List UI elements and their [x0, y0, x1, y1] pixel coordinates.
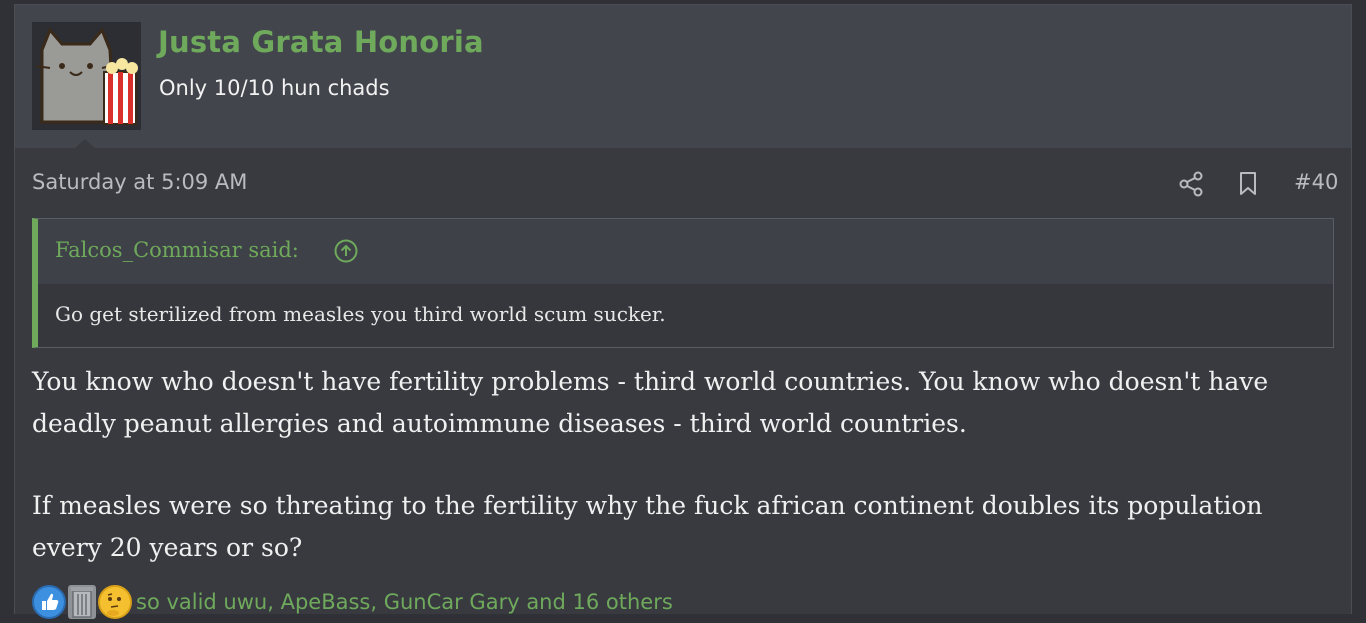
header-pointer	[75, 139, 95, 148]
bookmark-icon[interactable]	[1237, 170, 1259, 198]
avatar[interactable]	[32, 22, 141, 130]
post-paragraph: If measles were so threating to the fert…	[32, 491, 1263, 562]
user-header: Justa Grata Honoria Only 10/10 hun chads	[15, 5, 1351, 148]
post-timestamp[interactable]: Saturday at 5:09 AM	[32, 170, 247, 194]
pusheen-avatar-image	[32, 22, 141, 130]
quote-header: Falcos_Commisar said:	[38, 219, 1333, 284]
post-number[interactable]: #40	[1294, 170, 1338, 194]
post-paragraph: You know who doesn't have fertility prob…	[32, 367, 1269, 438]
reaction-users-link[interactable]: so valid uwu, ApeBass, GunCar Gary and 1…	[136, 590, 673, 614]
share-icon[interactable]	[1178, 170, 1204, 198]
post-container: Justa Grata Honoria Only 10/10 hun chads…	[14, 4, 1352, 619]
quote-text: Go get sterilized from measles you third…	[55, 302, 666, 326]
quote-block: Falcos_Commisar said: Go get sterilized …	[32, 218, 1334, 348]
quote-author[interactable]: Falcos_Commisar said:	[55, 238, 299, 262]
arrow-up-circle-icon[interactable]	[334, 239, 358, 263]
post-body: You know who doesn't have fertility prob…	[32, 361, 1332, 569]
quote-body: Go get sterilized from measles you third…	[38, 284, 1333, 347]
username[interactable]: Justa Grata Honoria	[158, 25, 484, 59]
user-title: Only 10/10 hun chads	[159, 76, 390, 100]
